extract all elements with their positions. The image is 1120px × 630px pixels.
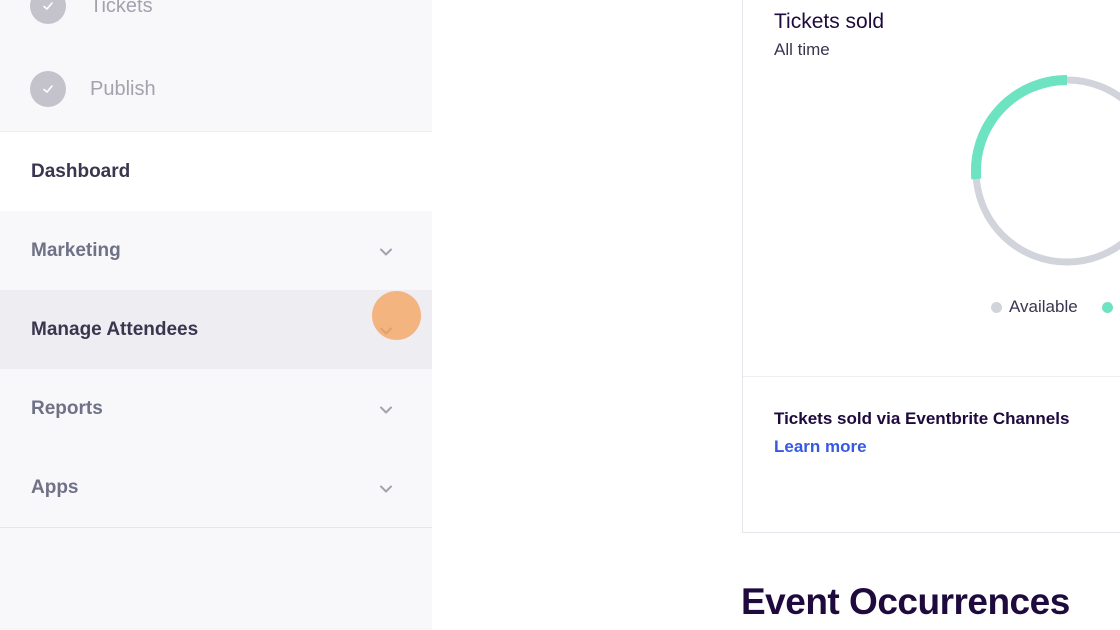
sidebar-item-dashboard[interactable]: Dashboard [0, 132, 432, 211]
channels-title: Tickets sold via Eventbrite Channels [774, 409, 1070, 428]
sidebar-item-reports[interactable]: Reports [0, 369, 432, 448]
step-label: Publish [90, 77, 156, 100]
sidebar: Tickets Publish Dashboard Marketing Mana… [0, 0, 432, 630]
learn-more-link[interactable]: Learn more [774, 437, 867, 457]
sidebar-item-label: Apps [31, 476, 79, 498]
chevron-down-icon[interactable] [378, 481, 394, 497]
check-icon [30, 71, 66, 107]
step-publish[interactable]: Publish [30, 71, 156, 107]
legend-label-available: Available [1009, 297, 1078, 316]
legend-dot-sold [1101, 301, 1113, 313]
step-label: Tickets [90, 0, 153, 17]
chevron-down-icon[interactable] [378, 244, 394, 260]
sidebar-item-marketing[interactable]: Marketing [0, 211, 432, 290]
sidebar-item-label: Dashboard [31, 160, 131, 182]
chevron-down-icon[interactable] [378, 402, 394, 418]
legend-dot-available [991, 301, 1002, 313]
sidebar-item-manage-attendees[interactable]: Manage Attendees [0, 290, 432, 369]
tickets-sold-card: Tickets sold All time Available Tickets … [742, 0, 1120, 533]
donut-sold-arc [970, 75, 1068, 180]
divider [743, 376, 1120, 377]
step-tickets[interactable]: Tickets [30, 0, 153, 24]
divider [0, 527, 432, 528]
sidebar-item-label: Reports [31, 397, 103, 419]
sidebar-item-label: Marketing [31, 239, 121, 261]
sidebar-item-label: Manage Attendees [31, 318, 199, 340]
tickets-donut-chart [970, 75, 1120, 266]
sidebar-item-apps[interactable]: Apps [0, 448, 432, 527]
check-icon [30, 0, 66, 24]
section-heading: Event Occurrences [741, 581, 1070, 622]
cursor-indicator [372, 291, 421, 340]
chart-legend: Available [991, 297, 1120, 317]
card-title: Tickets sold [774, 10, 885, 33]
card-subtitle: All time [774, 40, 830, 59]
